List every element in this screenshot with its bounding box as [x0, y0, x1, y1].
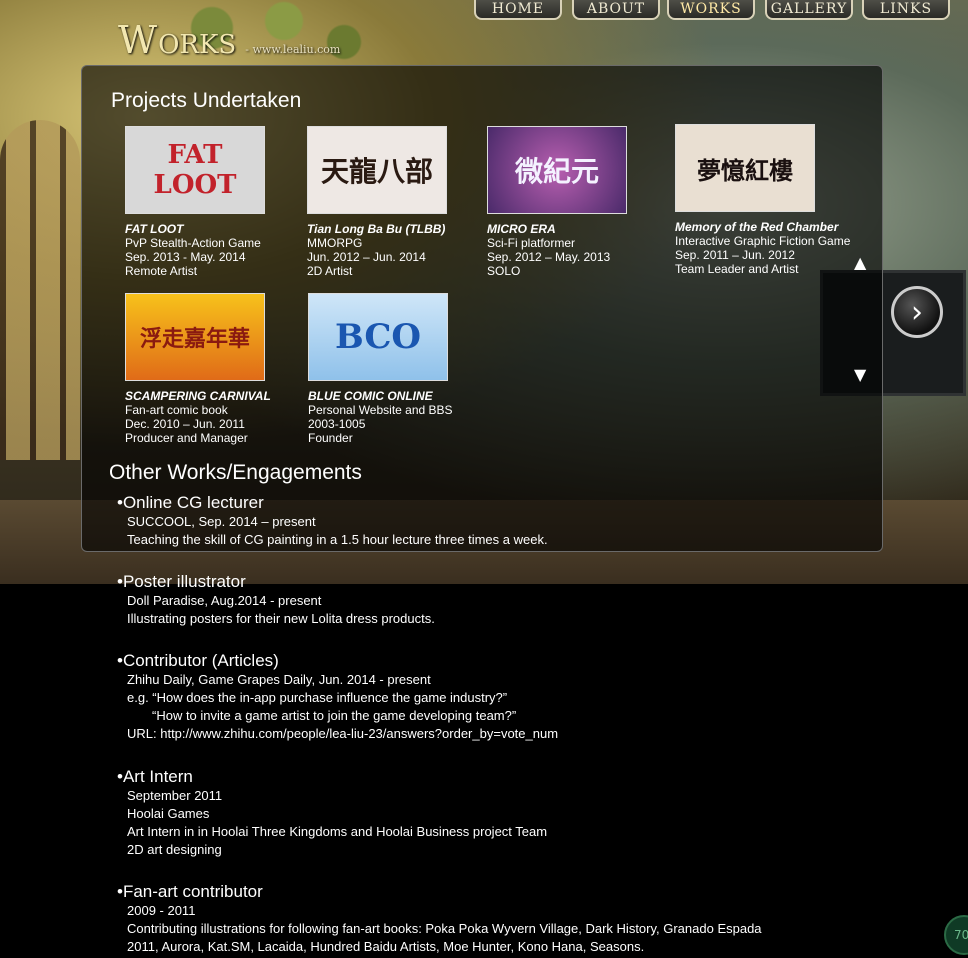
work-detail: Teaching the skill of CG painting in a 1…: [127, 532, 548, 547]
logo-initial: W: [118, 18, 159, 62]
next-arrow-button[interactable]: ›: [891, 286, 943, 338]
project-card[interactable]: 微紀元 MICRO ERA Sci-Fi platformer Sep. 201…: [487, 126, 677, 278]
project-role: 2D Artist: [307, 264, 353, 278]
nav-about[interactable]: About: [572, 0, 660, 20]
project-card[interactable]: 天龍八部 Tian Long Ba Bu (TLBB) MMORPG Jun. …: [307, 126, 497, 278]
project-role: Remote Artist: [125, 264, 198, 278]
project-dates: Dec. 2010 – Jun. 2011: [125, 417, 245, 431]
work-detail: Illustrating posters for their new Lolit…: [127, 611, 435, 626]
project-title: Memory of the Red Chamber: [675, 220, 839, 234]
scroll-down-icon[interactable]: ▼: [854, 365, 866, 384]
nav-home[interactable]: Home: [474, 0, 562, 20]
project-thumbnail[interactable]: 浮走嘉年華: [125, 293, 265, 381]
stained-glass-window: [0, 120, 80, 460]
project-role: Team Leader and Artist: [675, 262, 799, 276]
work-heading: •Online CG lecturer: [117, 493, 264, 512]
project-card[interactable]: 浮走嘉年華 SCAMPERING CARNIVAL Fan-art comic …: [125, 293, 315, 445]
nav-links[interactable]: Links: [862, 0, 950, 20]
project-thumbnail[interactable]: 微紀元: [487, 126, 627, 214]
work-detail: Zhihu Daily, Game Grapes Daily, Jun. 201…: [127, 672, 431, 687]
project-thumbnail[interactable]: 夢憶紅樓: [675, 124, 815, 212]
work-item: •Poster illustrator Doll Paradise, Aug.2…: [117, 572, 435, 628]
nav-gallery[interactable]: Gallery: [765, 0, 853, 20]
work-detail: 2D art designing: [127, 842, 222, 857]
project-dates: Sep. 2011 – Jun. 2012: [675, 248, 795, 262]
project-thumbnail[interactable]: BCO: [308, 293, 448, 381]
work-heading: •Contributor (Articles): [117, 651, 279, 670]
project-dates: Sep. 2013 - May. 2014: [125, 250, 246, 264]
other-works-title: Other Works/Engagements: [109, 461, 362, 484]
work-item: •Fan-art contributor 2009 - 2011 Contrib…: [117, 882, 762, 956]
site-logo: WORKS - www.lealiu.com: [118, 18, 340, 64]
project-title: BLUE COMIC ONLINE: [308, 389, 433, 403]
project-title: MICRO ERA: [487, 222, 556, 236]
chevron-right-icon: ›: [911, 294, 923, 330]
work-detail: 2011, Aurora, Kat.SM, Lacaida, Hundred B…: [127, 939, 645, 954]
project-role: Founder: [308, 431, 353, 445]
scroll-up-icon[interactable]: ▲: [854, 253, 866, 272]
project-thumbnail[interactable]: 天龍八部: [307, 126, 447, 214]
project-card[interactable]: 夢憶紅樓 Memory of the Red Chamber Interacti…: [675, 124, 865, 276]
project-genre: Interactive Graphic Fiction Game: [675, 234, 851, 248]
work-detail: 2009 - 2011: [127, 903, 196, 918]
work-detail: SUCCOOL, Sep. 2014 – present: [127, 514, 316, 529]
work-detail: Contributing illustrations for following…: [127, 921, 762, 936]
project-title: FAT LOOT: [125, 222, 184, 236]
work-detail: e.g. “How does the in-app purchase influ…: [127, 690, 508, 705]
project-dates: Sep. 2012 – May. 2013: [487, 250, 611, 264]
project-card[interactable]: BCO BLUE COMIC ONLINE Personal Website a…: [308, 293, 498, 445]
corner-badge[interactable]: 70: [944, 915, 968, 955]
project-title: Tian Long Ba Bu (TLBB): [307, 222, 446, 236]
project-genre: Fan-art comic book: [125, 403, 228, 417]
work-detail: September 2011: [127, 788, 223, 803]
project-genre: PvP Stealth-Action Game: [125, 236, 261, 250]
work-heading: •Art Intern: [117, 767, 193, 786]
project-genre: Personal Website and BBS: [308, 403, 453, 417]
logo-url: - www.lealiu.com: [245, 43, 341, 56]
project-role: SOLO: [487, 264, 521, 278]
project-dates: Jun. 2012 – Jun. 2014: [307, 250, 426, 264]
work-url[interactable]: URL: http://www.zhihu.com/people/lea-liu…: [117, 725, 558, 743]
project-genre: Sci-Fi platformer: [487, 236, 576, 250]
work-detail: Doll Paradise, Aug.2014 - present: [127, 593, 322, 608]
logo-rest: ORKS: [158, 30, 237, 60]
project-title: SCAMPERING CARNIVAL: [125, 389, 271, 403]
top-nav: Home About Works Gallery Links: [0, 0, 968, 22]
nav-works[interactable]: Works: [667, 0, 755, 20]
work-heading: •Poster illustrator: [117, 572, 246, 591]
work-heading: •Fan-art contributor: [117, 882, 263, 901]
project-thumbnail[interactable]: FAT LOOT: [125, 126, 265, 214]
project-genre: MMORPG: [307, 236, 363, 250]
work-item: •Online CG lecturer SUCCOOL, Sep. 2014 –…: [117, 493, 548, 549]
work-item: •Contributor (Articles) Zhihu Daily, Gam…: [117, 651, 558, 743]
work-detail: Art Intern in in Hoolai Three Kingdoms a…: [127, 824, 548, 839]
work-item: •Art Intern September 2011 Hoolai Games …: [117, 767, 547, 859]
project-dates: 2003-1005: [308, 417, 366, 431]
work-detail: “How to invite a game artist to join the…: [152, 708, 517, 723]
work-detail: Hoolai Games: [127, 806, 210, 821]
projects-title: Projects Undertaken: [111, 89, 302, 112]
project-role: Producer and Manager: [125, 431, 248, 445]
project-card[interactable]: FAT LOOT FAT LOOT PvP Stealth-Action Gam…: [125, 126, 315, 278]
